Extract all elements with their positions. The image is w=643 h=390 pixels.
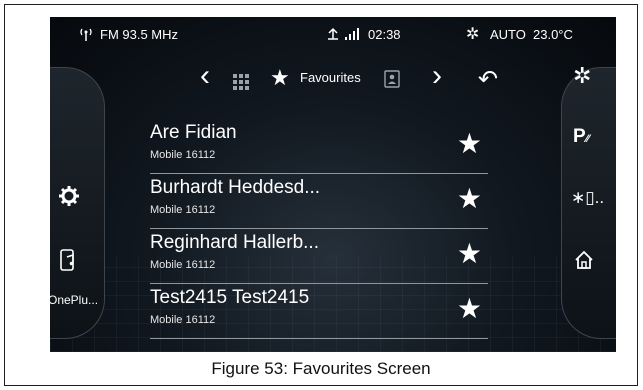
radio-antenna-icon: [78, 27, 94, 44]
temperature: 23.0°C: [533, 27, 573, 42]
contact-number: Mobile 16112: [150, 259, 216, 271]
prev-arrow-button[interactable]: ‹: [200, 61, 210, 91]
park-assist-button[interactable]: P⁄⁄: [573, 127, 589, 146]
figure-frame: FM 93.5 MHz 02:38 ✲ AUTO 23.0°C ‹ ★ Favo…: [4, 4, 638, 386]
contact-name: Are Fidian: [150, 122, 237, 143]
list-item[interactable]: Test2415 Test2415 Mobile 16112 ★: [150, 284, 488, 339]
phone-signal-icon: [325, 27, 365, 44]
status-bar: FM 93.5 MHz 02:38 ✲ AUTO 23.0°C: [50, 17, 616, 53]
favourite-star-icon[interactable]: ★: [457, 184, 482, 214]
contacts-book-icon[interactable]: [383, 69, 401, 99]
radio-station-label: FM 93.5 MHz: [100, 27, 179, 42]
contact-number: Mobile 16112: [150, 314, 216, 326]
list-item[interactable]: Are Fidian Mobile 16112 ★: [150, 119, 488, 174]
device-label[interactable]: OnePlu...: [50, 294, 98, 306]
climate-mode: AUTO: [490, 27, 526, 42]
contact-number: Mobile 16112: [150, 149, 216, 161]
list-item[interactable]: Burhardt Heddesd... Mobile 16112 ★: [150, 174, 488, 229]
favourites-list: Are Fidian Mobile 16112 ★ Burhardt Hedde…: [150, 119, 488, 339]
gear-icon[interactable]: [58, 185, 80, 211]
climate-fan-icon[interactable]: ✲: [573, 65, 591, 87]
figure-caption: Figure 53: Favourites Screen: [211, 359, 431, 378]
clock: 02:38: [368, 27, 401, 42]
park-sensor-icon: ⁄⁄: [585, 133, 590, 145]
next-arrow-button[interactable]: ›: [432, 61, 442, 91]
favourite-star-icon[interactable]: ★: [457, 239, 482, 269]
favourite-star-icon[interactable]: ★: [457, 129, 482, 159]
infotainment-screen: FM 93.5 MHz 02:38 ✲ AUTO 23.0°C ‹ ★ Favo…: [50, 17, 616, 352]
climate-fan-icon: ✲: [466, 26, 480, 43]
grid-icon[interactable]: [233, 71, 249, 101]
contact-name: Reginhard Hallerb...: [150, 232, 319, 253]
home-icon[interactable]: [574, 250, 594, 274]
phone-music-icon[interactable]: [60, 249, 78, 275]
list-item[interactable]: Reginhard Hallerb... Mobile 16112 ★: [150, 229, 488, 284]
favourites-star-icon: ★: [270, 65, 290, 90]
park-assist-label: P: [573, 126, 586, 147]
favourite-star-icon[interactable]: ★: [457, 294, 482, 324]
back-button[interactable]: ↶: [478, 65, 498, 95]
bluetooth-phone-icon[interactable]: ∗▯..: [571, 189, 604, 206]
contact-name: Test2415 Test2415: [150, 287, 310, 308]
contact-name: Burhardt Heddesd...: [150, 177, 321, 198]
contact-number: Mobile 16112: [150, 204, 216, 216]
favourites-header: ‹ ★ Favourites › ↶: [50, 61, 616, 95]
page-title: Favourites: [300, 70, 361, 85]
